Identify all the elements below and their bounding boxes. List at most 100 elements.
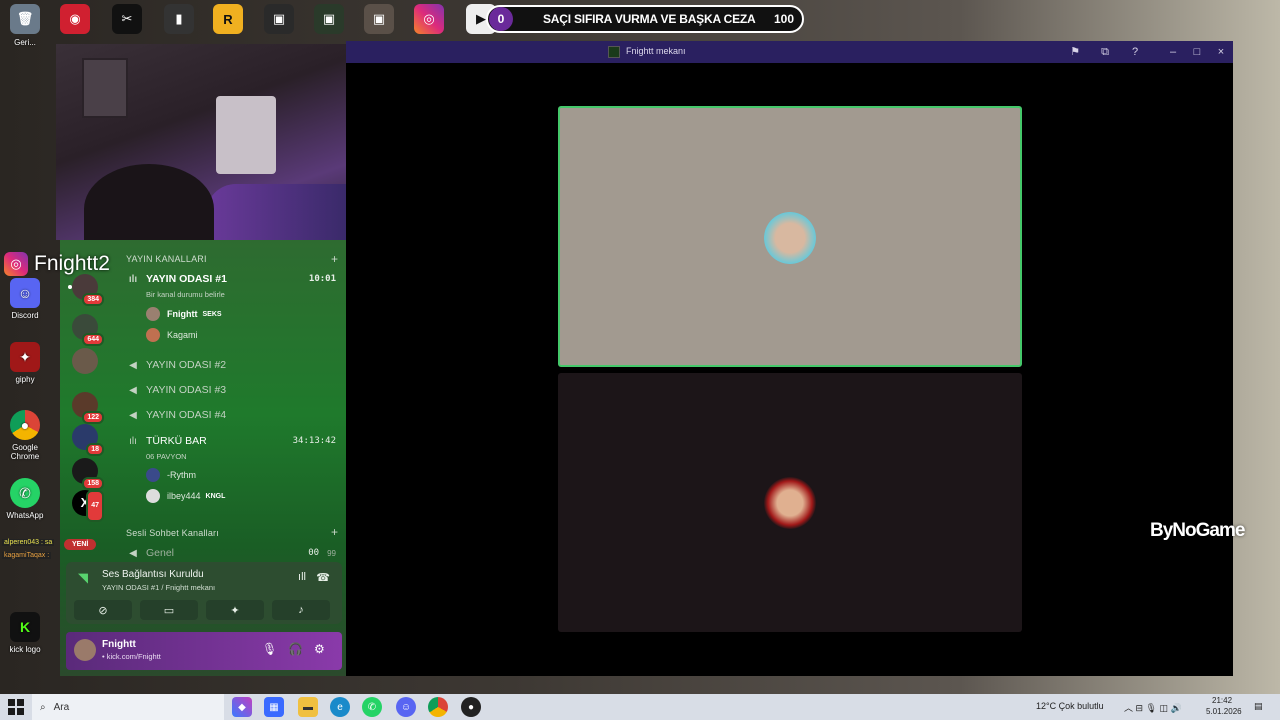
voice-connection-panel: ◥ Ses Bağlantısı Kuruldu YAYIN ODASI #1 … (66, 562, 342, 624)
wall-poster (82, 58, 128, 118)
copilot-icon[interactable]: ◆ (232, 697, 252, 717)
chat-snippet: alperen043 : sa (2, 539, 55, 546)
channel-name: YAYIN ODASI #4 (146, 409, 227, 421)
noise-suppression-icon[interactable]: ıll (298, 571, 306, 583)
user-count: 00 (308, 548, 320, 558)
weather-widget[interactable]: 12°C Çok bulutlu (1036, 701, 1104, 711)
channel-yayin-odasi-3[interactable]: ◀ YAYIN ODASI #3 (126, 380, 340, 400)
file-thumb-icon[interactable]: ▣ (264, 4, 294, 34)
recycle-bin-icon[interactable]: 🗑 (10, 4, 40, 34)
user-name: -Rythm (167, 470, 196, 480)
microphone-icon[interactable]: 🎙 (262, 642, 277, 656)
clock-time[interactable]: 21:42 (1212, 696, 1232, 705)
voice-user[interactable]: -Rythm (146, 466, 196, 484)
add-channel-icon[interactable]: + (331, 252, 338, 266)
discord-icon[interactable]: ☺ (396, 697, 416, 717)
banner-right-count: 100 (773, 12, 794, 26)
activities-button[interactable]: ✦ (206, 600, 264, 620)
instagram-icon[interactable]: ◎ (414, 4, 444, 34)
participant-tile-speaking[interactable] (558, 106, 1022, 367)
add-channel-icon[interactable]: + (331, 525, 338, 539)
channel-status[interactable]: 06 PAVYON (146, 452, 187, 461)
channel-status[interactable]: Bir kanal durumu belirle (146, 290, 225, 299)
unread-dot (68, 285, 72, 289)
speaker-icon: ◀ (129, 409, 137, 421)
popout-icon[interactable]: ⧉ (1096, 44, 1114, 60)
channel-genel[interactable]: ◀ Genel 00 99 (126, 543, 340, 563)
search-box[interactable]: ⌕ Ara (32, 694, 224, 720)
speaker-icon: ◀ (129, 359, 137, 371)
server-icon[interactable]: 122 (72, 392, 104, 424)
voice-user[interactable]: ilbey444 KNGL (146, 487, 225, 505)
flag-icon[interactable]: ⚑ (1066, 44, 1084, 60)
voice-user[interactable]: Kagami (146, 326, 198, 344)
category-voice[interactable]: Sesli Sohbet Kanalları (126, 528, 219, 538)
taskbar: ⌕ Ara ◆ ▦ ▬ e ✆ ☺ ● 12°C Çok bulutlu ︿ ⊟… (0, 694, 1280, 720)
server-icon[interactable]: 644 (72, 314, 104, 346)
x-server-icon[interactable]: X 47 (72, 490, 104, 522)
app-icon-dark[interactable]: ▮ (164, 4, 194, 34)
file-thumb-icon[interactable]: ▣ (314, 4, 344, 34)
participant-tile[interactable] (558, 373, 1022, 632)
capcut-icon[interactable]: ✂ (112, 4, 142, 34)
disconnect-icon[interactable]: ☎ (316, 571, 330, 584)
category-streams[interactable]: YAYIN KANALLARI (126, 254, 207, 264)
minimize-icon[interactable]: – (1164, 44, 1182, 60)
screen-share-button[interactable]: ▭ (140, 600, 198, 620)
voice-status: Ses Bağlantısı Kuruldu (102, 569, 204, 580)
file-thumb-icon[interactable]: ▣ (364, 4, 394, 34)
app-icon-red[interactable]: ◉ (60, 4, 90, 34)
server-icon[interactable] (72, 348, 98, 374)
channel-turku-bar[interactable]: ılı TÜRKÜ BAR 34:13:42 (126, 431, 340, 451)
channel-name: Genel (146, 547, 175, 559)
desktop-icon-label: Geri... (14, 38, 36, 47)
help-icon[interactable]: ? (1126, 44, 1144, 60)
camera-button[interactable]: ⊘ (74, 600, 132, 620)
desktop-icon-whatsapp[interactable]: ✆ WhatsApp (3, 478, 47, 520)
desktop-icon-label: giphy (15, 375, 35, 384)
server-icon[interactable]: 18 (72, 424, 104, 456)
desktop-icon-giphy[interactable]: ✦ giphy (3, 342, 47, 384)
obs-icon[interactable]: ● (461, 697, 481, 717)
avatar (764, 212, 816, 264)
avatar[interactable] (74, 639, 96, 661)
avatar (146, 307, 160, 321)
server-icon[interactable]: 384 (68, 274, 104, 306)
headphones-icon[interactable]: 🎧 (288, 642, 303, 656)
tray-icons[interactable]: ︿ ⊟ 🎙 ◫ 🔊 (1124, 701, 1182, 714)
channel-name: TÜRKÜ BAR (146, 435, 207, 447)
desktop-icon-label: WhatsApp (6, 511, 44, 520)
explorer-icon[interactable]: ▬ (298, 697, 318, 717)
whatsapp-icon[interactable]: ✆ (362, 697, 382, 717)
channel-yayin-odasi-1[interactable]: ılı YAYIN ODASI #1 10:01 (126, 269, 340, 289)
user-name: Fnightt (102, 639, 136, 650)
start-button[interactable] (8, 699, 24, 715)
title-bar: Fnightt mekanı ⚑ ⧉ ? – □ × (346, 41, 1233, 63)
gear-icon[interactable]: ⚙ (314, 642, 325, 656)
channel-yayin-odasi-2[interactable]: ◀ YAYIN ODASI #2 (126, 355, 340, 375)
voice-channel-path[interactable]: YAYIN ODASI #1 / Fnightt mekanı (102, 583, 215, 592)
soundboard-button[interactable]: ♪ (272, 600, 330, 620)
mention-badge: 18 (86, 443, 104, 456)
voice-user[interactable]: Fnightt SEKS (146, 305, 222, 323)
store-icon[interactable]: ▦ (264, 697, 284, 717)
new-badge: YENİ (64, 539, 97, 550)
desktop-icon-discord[interactable]: ☺ Discord (3, 278, 47, 320)
search-icon: ⌕ (40, 701, 46, 713)
maximize-icon[interactable]: □ (1188, 44, 1206, 60)
server-icon[interactable]: 158 (72, 458, 104, 490)
mention-badge: 122 (82, 411, 104, 424)
close-icon[interactable]: × (1212, 44, 1230, 60)
clock-date[interactable]: 5.01.2026 (1206, 707, 1242, 716)
user-status: • kick.com/Fnightt (102, 652, 161, 661)
kick-icon: K (10, 612, 40, 642)
chrome-icon[interactable] (428, 697, 448, 717)
channel-yayin-odasi-4[interactable]: ◀ YAYIN ODASI #4 (126, 405, 340, 425)
notification-icon[interactable]: ▤ (1254, 701, 1263, 712)
discord-icon: ☺ (10, 278, 40, 308)
speaker-icon: ◀ (129, 547, 137, 559)
desktop-icon-chrome[interactable]: ● Google Chrome (3, 410, 47, 461)
desktop-icon-kick[interactable]: K kick logo (3, 612, 47, 654)
rockstar-icon[interactable]: R (213, 4, 243, 34)
edge-icon[interactable]: e (330, 697, 350, 717)
